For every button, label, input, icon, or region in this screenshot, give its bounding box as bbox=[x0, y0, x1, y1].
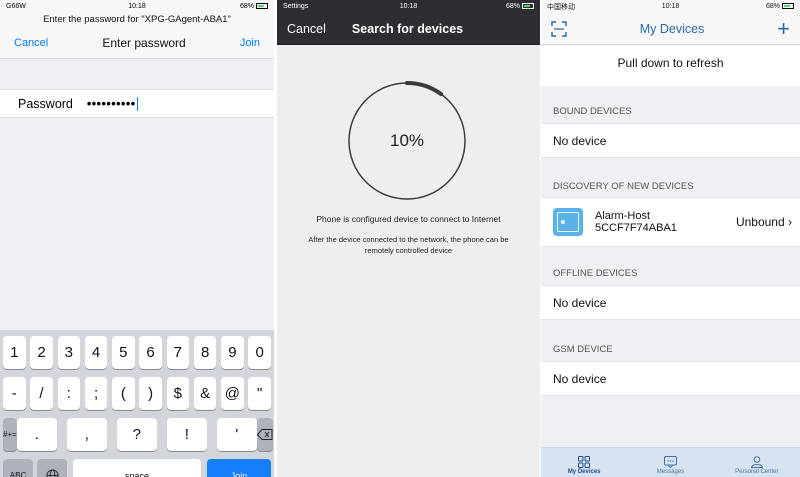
status-time: 10:18 bbox=[661, 3, 680, 10]
number-key[interactable]: 6 bbox=[139, 336, 162, 369]
globe-icon bbox=[45, 469, 59, 477]
list-item: No device bbox=[541, 123, 800, 158]
globe-key[interactable] bbox=[37, 459, 67, 477]
battery-icon bbox=[256, 3, 268, 10]
keyboard-row-numbers: 1234567890 bbox=[3, 336, 271, 369]
backspace-key[interactable] bbox=[256, 418, 273, 451]
symbol-key[interactable]: @ bbox=[221, 377, 244, 410]
cancel-button[interactable]: Cancel bbox=[14, 37, 48, 49]
device-name: Alarm-Host bbox=[595, 210, 651, 222]
status-bar: G66W 10:18 68% bbox=[0, 0, 274, 13]
status-time: 10:18 bbox=[399, 3, 418, 10]
symbol-key[interactable]: " bbox=[248, 377, 271, 410]
symbols-toggle-key[interactable]: #+= bbox=[3, 418, 17, 451]
tab-label: My Devices bbox=[567, 469, 601, 475]
tab-label: Personal Center bbox=[735, 469, 779, 475]
nav-bar: My Devices + bbox=[541, 13, 800, 45]
battery-icon bbox=[522, 3, 534, 10]
password-prompt: Enter the password for "XPG-GAgent-ABA1" bbox=[0, 13, 274, 27]
symbol-key[interactable]: $ bbox=[166, 377, 190, 410]
no-device-label: No device bbox=[553, 133, 607, 148]
nav-title: Search for devices bbox=[351, 21, 464, 36]
status-message: Phone is configured device to connect to… bbox=[316, 214, 501, 224]
screens: G66W 10:18 68% Enter the password for "X… bbox=[0, 0, 800, 477]
password-screen: G66W 10:18 68% Enter the password for "X… bbox=[0, 0, 274, 477]
password-input[interactable]: •••••••••• bbox=[87, 97, 136, 111]
devices-screen: 中国移动 10:18 68% My Devices + Pull down to… bbox=[541, 0, 800, 477]
nav-bar: Cancel Search for devices bbox=[277, 13, 540, 45]
list-item: No device bbox=[541, 285, 800, 320]
password-field[interactable]: Password •••••••••• bbox=[0, 89, 274, 118]
section-discovery: DISCOVERY OF NEW DEVICES bbox=[553, 181, 694, 192]
cancel-button[interactable]: Cancel bbox=[287, 22, 326, 36]
join-key[interactable]: Join bbox=[207, 459, 271, 477]
device-icon bbox=[553, 208, 583, 236]
punctuation-key[interactable]: ' bbox=[216, 418, 257, 451]
abc-key[interactable]: ABC bbox=[3, 459, 33, 477]
grid-icon bbox=[578, 456, 591, 468]
device-id: 5CCF7F74ABA1 bbox=[595, 222, 677, 234]
device-status: Unbound › bbox=[736, 215, 792, 229]
tab-personal-center[interactable]: Personal Center bbox=[722, 456, 792, 475]
punctuation-key[interactable]: ! bbox=[166, 418, 207, 451]
keyboard: 1234567890 - /:;() $ & @ " #+= .,?! ' ABC spac… bbox=[0, 330, 274, 477]
status-bar: 中国移动 10:18 68% bbox=[541, 0, 800, 13]
status-bar: Settings 10:18 68% bbox=[277, 0, 540, 13]
symbol-key[interactable]: ) bbox=[139, 377, 162, 410]
status-description: After the device connected to the networ… bbox=[308, 235, 509, 255]
pull-to-refresh: Pull down to refresh bbox=[541, 46, 800, 86]
symbol-key[interactable]: - bbox=[3, 377, 26, 410]
number-key[interactable]: 4 bbox=[84, 336, 108, 369]
no-device-label: No device bbox=[553, 295, 607, 310]
symbol-key[interactable]: ( bbox=[112, 377, 135, 410]
punctuation-keys: .,?! ' bbox=[16, 418, 257, 451]
keyboard-row-punctuation: #+= .,?! ' bbox=[3, 418, 273, 451]
keyboard-row-symbols: - /:;() $ & @ " bbox=[3, 377, 271, 410]
scan-icon[interactable] bbox=[551, 20, 567, 37]
number-key[interactable]: 7 bbox=[166, 336, 190, 369]
number-key[interactable]: 8 bbox=[193, 336, 217, 369]
progress-percent: 10% bbox=[389, 131, 425, 150]
punctuation-key[interactable]: ? bbox=[116, 418, 157, 451]
list-item: No device bbox=[541, 361, 800, 396]
tab-messages[interactable]: Messages bbox=[635, 456, 705, 475]
tab-my-devices[interactable]: My Devices bbox=[549, 456, 619, 475]
keyboard-row-bottom: ABC space Join bbox=[3, 459, 271, 477]
tab-label: Messages bbox=[656, 469, 685, 475]
number-key[interactable]: 9 bbox=[221, 336, 244, 369]
text-caret bbox=[136, 96, 139, 111]
number-key[interactable]: 0 bbox=[248, 336, 271, 369]
person-icon bbox=[750, 456, 763, 468]
backspace-icon bbox=[256, 429, 273, 440]
tab-bar: My Devices Messages Personal Center bbox=[541, 447, 800, 477]
symbol-key[interactable]: & bbox=[193, 377, 217, 410]
section-bound-devices: BOUND DEVICES bbox=[553, 106, 632, 117]
message-icon bbox=[663, 456, 677, 468]
nav-title: My Devices bbox=[639, 21, 705, 36]
device-status-label: Unbound bbox=[735, 215, 785, 229]
no-device-label: No device bbox=[553, 371, 607, 386]
chevron-right-icon: › bbox=[788, 215, 792, 229]
nav-bar: Cancel Enter password Join bbox=[0, 27, 274, 59]
number-key[interactable]: 1 bbox=[3, 336, 26, 369]
symbol-key[interactable]: ; bbox=[84, 377, 108, 410]
space-key[interactable]: space bbox=[73, 459, 201, 477]
password-label: Password bbox=[18, 96, 73, 111]
join-button[interactable]: Join bbox=[240, 37, 260, 49]
add-device-icon[interactable]: + bbox=[777, 17, 790, 40]
nav-title: Enter password bbox=[102, 35, 186, 50]
number-key[interactable]: 3 bbox=[57, 336, 81, 369]
number-key[interactable]: 2 bbox=[30, 336, 53, 369]
battery-icon bbox=[782, 3, 794, 10]
section-gsm-device: GSM DEVICE bbox=[553, 344, 613, 355]
symbol-key[interactable]: : bbox=[57, 377, 81, 410]
punctuation-key[interactable]: , bbox=[66, 418, 107, 451]
search-screen: Settings 10:18 68% Cancel Search for dev… bbox=[277, 0, 540, 477]
symbol-key[interactable]: / bbox=[30, 377, 53, 410]
section-offline-devices: OFFLINE DEVICES bbox=[553, 268, 638, 279]
device-row[interactable]: Alarm-Host 5CCF7F74ABA1 Unbound › bbox=[541, 197, 800, 247]
punctuation-key[interactable]: . bbox=[16, 418, 57, 451]
status-time: 10:18 bbox=[128, 3, 146, 10]
number-key[interactable]: 5 bbox=[112, 336, 135, 369]
